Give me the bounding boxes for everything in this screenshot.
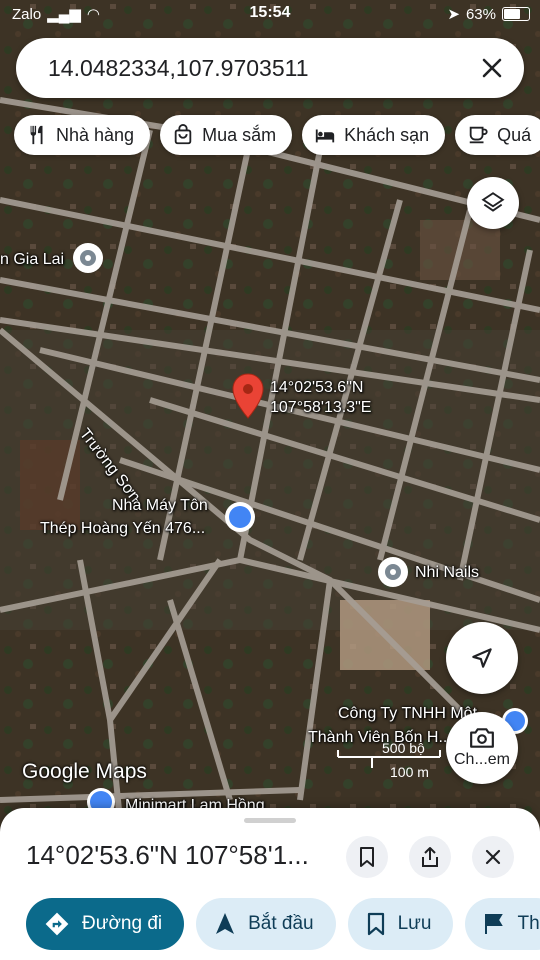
navigation-icon (216, 913, 235, 934)
place-label-gia-lai[interactable]: n Gia Lai (0, 250, 64, 269)
search-query[interactable]: 14.0482334,107.9703511 (48, 55, 309, 82)
battery-percent: 63% (465, 5, 496, 23)
restaurant-icon (30, 125, 43, 145)
poi-pin-icon[interactable] (378, 557, 408, 587)
place-label-nails[interactable]: Nhi Nails (415, 563, 479, 582)
action-buttons: Đường đi Bắt đầu Lưu Th (26, 898, 540, 950)
search-bar[interactable]: 14.0482334,107.9703511 (16, 38, 524, 98)
camera-search-button[interactable]: Ch...em (446, 712, 518, 784)
bookmark-icon (367, 912, 384, 936)
save-place-button[interactable] (346, 836, 388, 878)
scale-bar: 500 bộ 100 m (336, 740, 442, 780)
bookmark-icon (360, 847, 374, 867)
scale-meters-label: 100 m (390, 764, 429, 780)
shopping-bag-icon (174, 124, 192, 145)
chip-restaurants[interactable]: Nhà hàng (14, 115, 151, 155)
flag-icon (485, 914, 504, 934)
save-button[interactable]: Lưu (347, 898, 454, 950)
close-icon[interactable] (476, 52, 508, 84)
directions-button[interactable]: Đường đi (26, 898, 185, 950)
scale-feet-label: 500 bộ (382, 740, 425, 756)
place-label-factory-line2[interactable]: Thép Hoàng Yến 476... (40, 519, 205, 538)
chip-shopping[interactable]: Mua sắm (160, 115, 293, 155)
chip-label: Quá (497, 124, 532, 145)
chip-label: Khách sạn (344, 124, 430, 145)
directions-label: Đường đi (82, 913, 163, 934)
camera-icon (470, 728, 494, 748)
battery-icon (502, 7, 530, 21)
location-icon: ➤ (447, 6, 460, 23)
more-button[interactable]: Th (465, 898, 540, 950)
layers-button[interactable] (467, 177, 519, 229)
directions-icon (45, 912, 69, 936)
marker-lng-label: 107°58'13.3"E (270, 399, 372, 416)
start-label: Bắt đầu (248, 913, 314, 934)
save-label: Lưu (397, 913, 432, 934)
my-location-button[interactable] (446, 622, 518, 694)
place-bottom-sheet[interactable]: 14°02'53.6"N 107°58'1... Đường đi Bắt đầ… (0, 808, 540, 960)
chip-hotels[interactable]: Khách sạn (302, 115, 446, 155)
category-chips: Nhà hàng Mua sắm Khách sạn Quá (14, 115, 540, 157)
chip-coffee[interactable]: Quá (455, 115, 540, 155)
navigation-arrow-icon (472, 648, 492, 668)
hotel-icon (315, 129, 335, 143)
status-right: ➤ 63% (447, 5, 530, 23)
place-label-factory-line1[interactable]: Nhà Máy Tôn (112, 496, 208, 515)
location-marker-icon[interactable] (230, 372, 266, 420)
camera-button-label: Ch...em (453, 751, 510, 768)
close-sheet-button[interactable] (472, 836, 514, 878)
place-label-company-line1[interactable]: Công Ty TNHH Một (338, 704, 477, 723)
more-label: Th (517, 913, 540, 934)
chip-label: Mua sắm (202, 124, 277, 145)
start-button[interactable]: Bắt đầu (196, 898, 336, 950)
coffee-icon (469, 126, 488, 144)
close-icon (485, 849, 501, 865)
shop-pin-icon[interactable] (225, 502, 255, 532)
drag-handle[interactable] (244, 818, 296, 823)
poi-pin-icon[interactable] (73, 243, 103, 273)
layers-icon (481, 192, 505, 212)
share-icon (422, 847, 438, 867)
share-button[interactable] (409, 836, 451, 878)
chip-label: Nhà hàng (56, 124, 135, 145)
marker-lat-label: 14°02'53.6"N (270, 379, 364, 396)
status-bar: Zalo ▂▄▆ ◠ 15:54 ➤ 63% (0, 0, 540, 28)
place-title: 14°02'53.6"N 107°58'1... (26, 840, 309, 870)
google-maps-logo: Google Maps (22, 760, 147, 783)
